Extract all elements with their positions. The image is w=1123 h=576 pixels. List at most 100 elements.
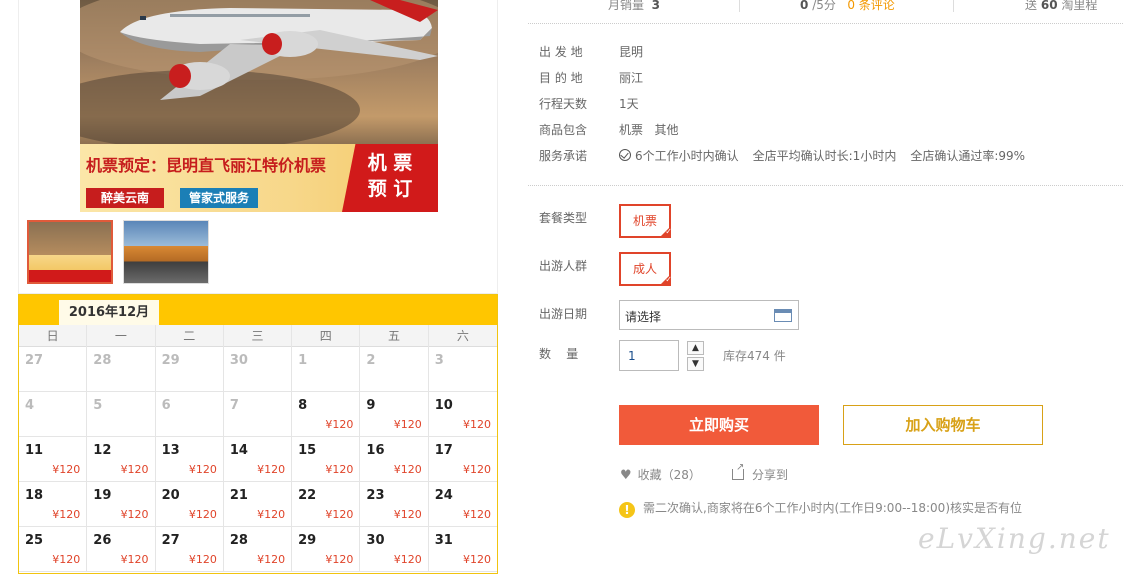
calendar-day[interactable]: 26 ¥120	[87, 527, 156, 572]
service-item: 6个工作小时内确认	[635, 149, 739, 163]
calendar-day-number: 4	[25, 398, 35, 413]
weekday: 二	[156, 325, 224, 347]
calendar-day[interactable]: 31 ¥120	[428, 527, 497, 572]
calendar-day-price: ¥120	[257, 553, 286, 566]
calendar-day-number: 30	[366, 533, 385, 548]
banner-headline: 机票预定：昆明直飞丽江特价机票	[86, 156, 327, 175]
calendar-day[interactable]: 24 ¥120	[428, 482, 497, 527]
favorite-text: 收藏（28）	[637, 468, 701, 482]
calendar-day-price: ¥120	[462, 463, 491, 476]
stock-count: 库存474 件	[723, 349, 786, 363]
calendar-day-number: 22	[298, 488, 317, 503]
travel-date-input[interactable]: 请选择	[619, 300, 799, 330]
warning-icon: !	[619, 502, 635, 518]
quantity-input[interactable]: 1	[619, 340, 679, 371]
points-suffix: 淘里程	[1061, 0, 1098, 12]
calendar-grid: 27 28 29 30 1 2 3 4 5 6 7 8 ¥120 9 ¥120 10 ¥120 11 ¥120 12 ¥…	[19, 347, 497, 572]
thumbnail-image-airplane	[29, 222, 111, 282]
calendar-day-number: 30	[229, 353, 248, 368]
calendar-day-price: ¥120	[52, 508, 81, 521]
quantity-label: 数 量	[539, 347, 579, 361]
weekday: 日	[19, 325, 88, 347]
calendar-day[interactable]: 29 ¥120	[292, 527, 361, 572]
calendar-day-price: ¥120	[188, 463, 217, 476]
calendar-day[interactable]: 10 ¥120	[428, 392, 497, 437]
calendar-day[interactable]: 12 ¥120	[87, 437, 156, 482]
calendar-day[interactable]: 14 ¥120	[223, 437, 293, 482]
calendar-icon[interactable]	[774, 309, 792, 322]
calendar-day[interactable]: 16 ¥120	[360, 437, 429, 482]
divider	[739, 0, 740, 12]
calendar-day[interactable]: 18 ¥120	[19, 482, 88, 527]
calendar-day[interactable]: 11 ¥120	[19, 437, 88, 482]
traveler-option-adult[interactable]: 成人	[619, 252, 672, 286]
calendar-day[interactable]: 15 ¥120	[292, 437, 361, 482]
site-watermark: eLvXing.net	[918, 522, 1111, 555]
calendar-weekdays: 日 一 二 三 四 五 六	[19, 325, 497, 347]
attr-key: 目 的 地	[539, 71, 583, 85]
add-to-cart-button[interactable]: 加入购物车	[843, 405, 1043, 445]
calendar-day-number: 12	[93, 443, 112, 458]
calendar-day[interactable]: 30 ¥120	[360, 527, 429, 572]
calendar-day-price: ¥120	[462, 508, 491, 521]
calendar-day-price: ¥120	[120, 508, 149, 521]
buy-now-button[interactable]: 立即购买	[619, 405, 819, 445]
service-item: 全店确认通过率:99%	[910, 149, 1026, 163]
calendar-day-price: ¥120	[393, 553, 422, 566]
calendar-day-price: ¥120	[325, 418, 354, 431]
favorite-link[interactable]: ♥ 收藏（28）	[620, 466, 701, 483]
points-prefix: 送	[1025, 0, 1038, 12]
points-value: 60	[1040, 0, 1058, 12]
share-link[interactable]: 分享到	[732, 462, 788, 483]
quantity-decrease-button[interactable]: ▼	[687, 357, 704, 371]
calendar-month-tab[interactable]: 2016年12月	[59, 300, 159, 325]
calendar-day[interactable]: 22 ¥120	[292, 482, 361, 527]
date-label: 出游日期	[539, 307, 588, 321]
service-item: 全店平均确认时长:1小时内	[752, 149, 897, 163]
attr-key: 出 发 地	[539, 45, 583, 59]
calendar-day-number: 13	[161, 443, 180, 458]
confirmation-notice: ! 需二次确认,商家将在6个工作小时内(工作日9:00--18:00)核实是否有位	[619, 499, 1022, 518]
calendar-day[interactable]: 17 ¥120	[428, 437, 497, 482]
selected-check-icon	[659, 274, 672, 286]
calendar-day-price: ¥120	[393, 463, 422, 476]
weekday: 六	[456, 329, 469, 343]
calendar-day[interactable]: 8 ¥120	[292, 392, 361, 437]
airplane-illustration	[80, 0, 438, 144]
traveler-label: 出游人群	[539, 259, 588, 273]
calendar-day[interactable]: 13 ¥120	[155, 437, 224, 482]
calendar-day-number: 23	[366, 488, 385, 503]
calendar-day[interactable]: 21 ¥120	[223, 482, 293, 527]
rating-suffix: /5分	[812, 0, 836, 12]
calendar-day[interactable]: 28 ¥120	[223, 527, 293, 572]
calendar-day[interactable]: 25 ¥120	[19, 527, 88, 572]
calendar-day-number: 6	[161, 398, 171, 413]
calendar-day[interactable]: 20 ¥120	[155, 482, 224, 527]
weekday: 三	[224, 325, 293, 347]
quantity-increase-button[interactable]: ▲	[687, 341, 704, 355]
calendar-day: 5	[87, 392, 156, 437]
calendar-day-number: 27	[25, 353, 44, 368]
calendar-day: 4	[19, 392, 88, 437]
reviews-link[interactable]: 0 条评论	[847, 0, 894, 12]
price-calendar: 2016年12月 日 一 二 三 四 五 六 27 28 29 30 1 2 3 4 5 6 7 8 ¥…	[18, 294, 498, 574]
package-option-flight[interactable]: 机票	[619, 204, 672, 238]
weekday: 五	[360, 325, 429, 347]
calendar-day[interactable]: 27 ¥120	[155, 527, 224, 572]
calendar-day-price: ¥120	[325, 508, 354, 521]
weekday: 四	[292, 325, 361, 347]
calendar-day-number: 3	[434, 353, 444, 368]
attr-key: 商品包含	[539, 123, 588, 137]
product-hero: 机票预定：昆明直飞丽江特价机票 醉美云南 管家式服务 机 票 预 订	[18, 0, 498, 212]
calendar-day-price: ¥120	[52, 553, 81, 566]
heart-icon: ♥	[620, 468, 632, 483]
thumbnail-1[interactable]	[27, 220, 113, 284]
thumbnail-2[interactable]	[123, 220, 209, 284]
calendar-day[interactable]: 9 ¥120	[360, 392, 429, 437]
calendar-day[interactable]: 23 ¥120	[360, 482, 429, 527]
calendar-day[interactable]: 19 ¥120	[87, 482, 156, 527]
thumbnail-image-airport	[124, 221, 208, 283]
notice-text: 需二次确认,商家将在6个工作小时内(工作日9:00--18:00)核实是否有位	[643, 501, 1023, 515]
calendar-day-number: 28	[93, 353, 112, 368]
calendar-day-number: 28	[229, 533, 248, 548]
